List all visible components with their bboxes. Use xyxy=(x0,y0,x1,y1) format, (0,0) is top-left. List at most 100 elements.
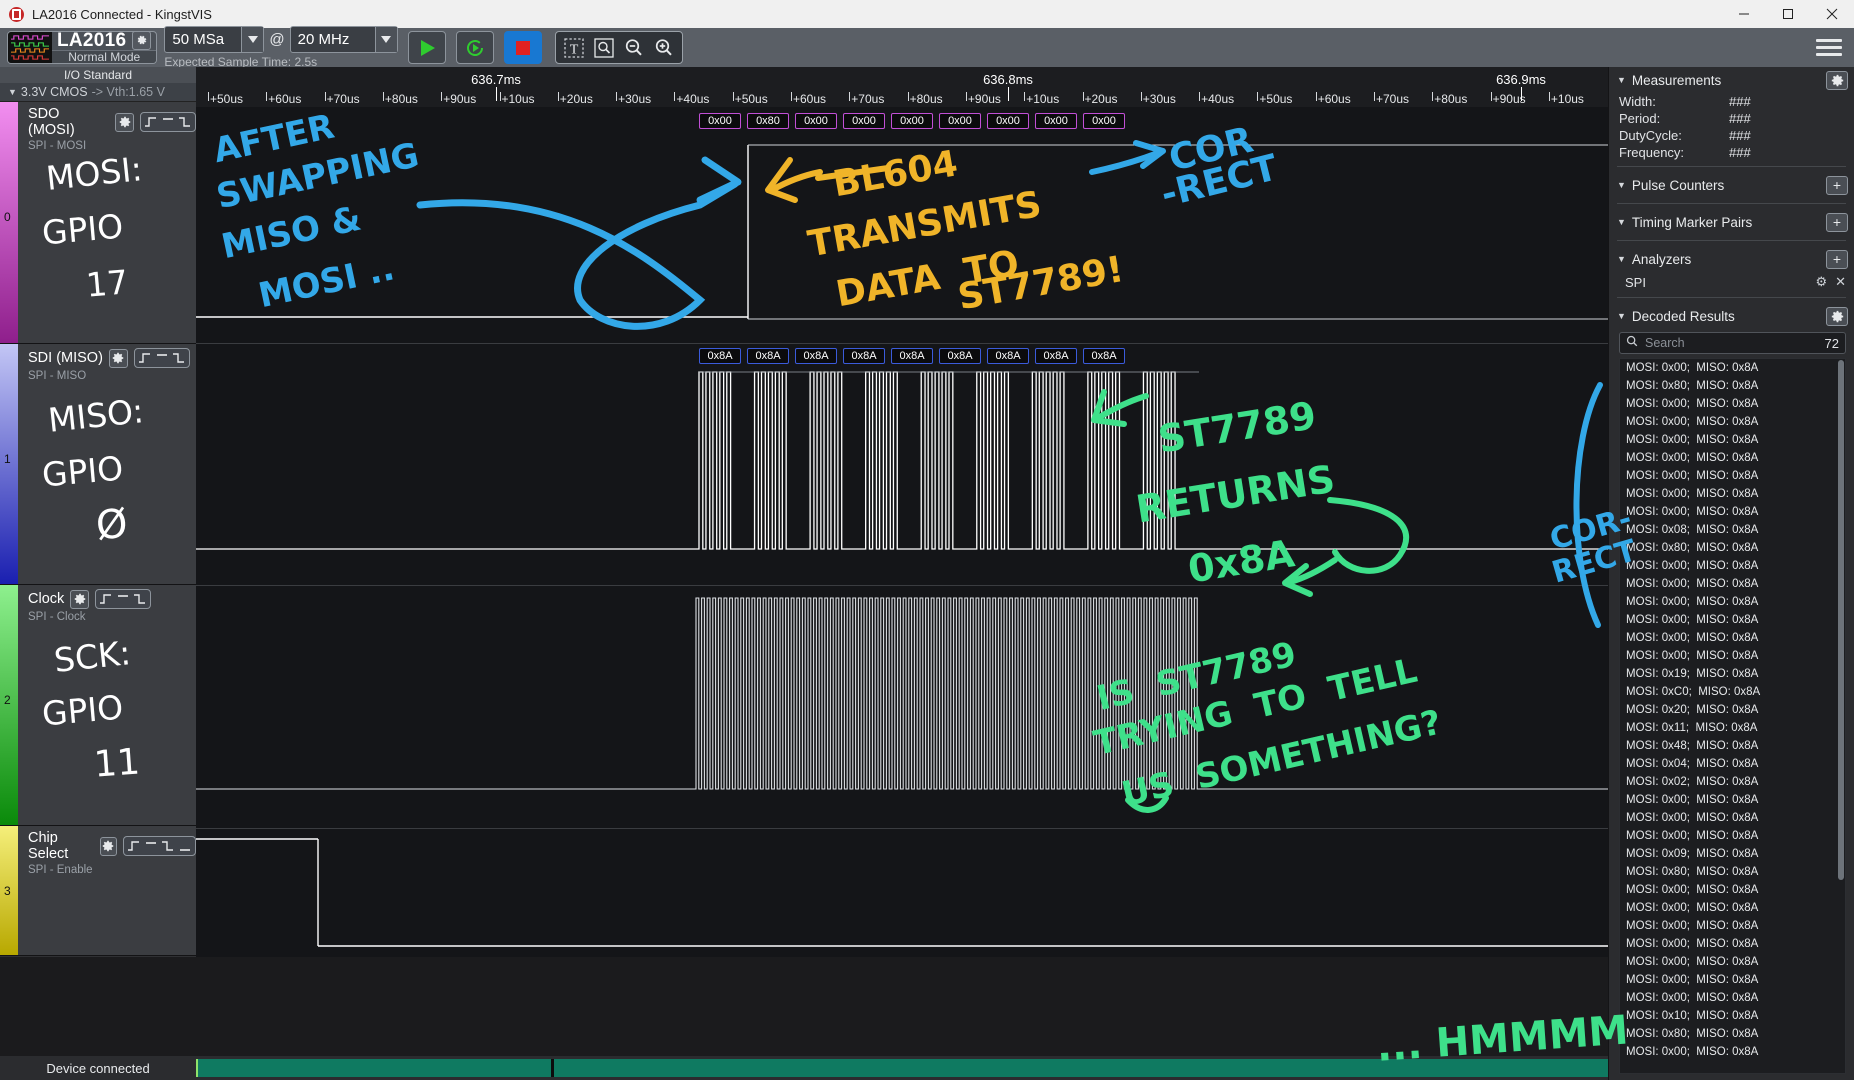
analyzer-item-spi[interactable]: SPI ⚙ ✕ xyxy=(1609,272,1854,292)
decoded-result-row[interactable]: MOSI: 0xC0; MISO: 0x8A xyxy=(1620,683,1845,701)
analyzers-header[interactable]: ▼ Analyzers + xyxy=(1609,246,1854,272)
chevron-down-icon[interactable]: ▼ xyxy=(1617,254,1626,264)
maximize-button[interactable] xyxy=(1766,0,1810,28)
decoded-results-list[interactable]: MOSI: 0x00; MISO: 0x8AMOSI: 0x80; MISO: … xyxy=(1619,358,1846,1074)
decoded-result-row[interactable]: MOSI: 0x00; MISO: 0x8A xyxy=(1620,557,1845,575)
decoded-result-row[interactable]: MOSI: 0x00; MISO: 0x8A xyxy=(1620,395,1845,413)
chevron-down-icon[interactable]: ▼ xyxy=(1617,217,1626,227)
chevron-down-icon[interactable] xyxy=(375,27,397,52)
decoded-results-search[interactable]: 72 xyxy=(1619,332,1846,354)
text-tool-icon[interactable]: T xyxy=(559,34,589,61)
zoom-out-icon[interactable] xyxy=(619,34,649,61)
capture-view-cursor[interactable] xyxy=(551,1059,554,1077)
channel-settings-gear-icon[interactable] xyxy=(109,349,128,368)
decoded-result-row[interactable]: MOSI: 0x00; MISO: 0x8A xyxy=(1620,575,1845,593)
edge-trigger-group-1[interactable] xyxy=(134,348,190,368)
sample-rate-select[interactable]: 20 MHz xyxy=(290,26,398,53)
decoded-results-header[interactable]: ▼ Decoded Results xyxy=(1609,303,1854,329)
decoded-result-row[interactable]: MOSI: 0x00; MISO: 0x8A xyxy=(1620,503,1845,521)
minimize-button[interactable] xyxy=(1722,0,1766,28)
chevron-down-icon[interactable]: ▼ xyxy=(1617,180,1626,190)
analyzer-close-icon[interactable]: ✕ xyxy=(1835,274,1846,290)
decoded-result-row[interactable]: MOSI: 0x80; MISO: 0x8A xyxy=(1620,539,1845,557)
ruler-tick xyxy=(1316,92,1317,101)
decoded-result-row[interactable]: MOSI: 0x00; MISO: 0x8A xyxy=(1620,989,1845,1007)
add-timing-marker-pair-button[interactable]: + xyxy=(1826,213,1848,232)
zoom-fit-icon[interactable] xyxy=(589,34,619,61)
chevron-down-icon[interactable] xyxy=(241,27,263,52)
channel-settings-gear-icon[interactable] xyxy=(70,590,89,609)
run-button[interactable] xyxy=(408,31,446,64)
chevron-down-icon[interactable]: ▼ xyxy=(1617,75,1626,85)
device-box[interactable]: LA2016 Normal Mode xyxy=(7,31,157,64)
decoded-result-row[interactable]: MOSI: 0x00; MISO: 0x8A xyxy=(1620,647,1845,665)
decoded-result-row[interactable]: MOSI: 0x00; MISO: 0x8A xyxy=(1620,449,1845,467)
sample-depth-select[interactable]: 50 MSa xyxy=(164,26,264,53)
decoded-result-row[interactable]: MOSI: 0x04; MISO: 0x8A xyxy=(1620,755,1845,773)
add-analyzer-button[interactable]: + xyxy=(1826,250,1848,269)
decoded-result-row[interactable]: MOSI: 0x00; MISO: 0x8A xyxy=(1620,809,1845,827)
high-level-icon xyxy=(161,115,175,129)
decoded-result-row[interactable]: MOSI: 0x00; MISO: 0x8A xyxy=(1620,899,1845,917)
decoded-result-row[interactable]: MOSI: 0x00; MISO: 0x8A xyxy=(1620,917,1845,935)
decoded-result-row[interactable]: MOSI: 0x00; MISO: 0x8A xyxy=(1620,485,1845,503)
channel-row-3: 3 Chip Select SPI - Enable xyxy=(0,826,196,956)
measurements-header[interactable]: ▼ Measurements xyxy=(1609,67,1854,93)
chevron-down-icon[interactable]: ▼ xyxy=(8,87,17,97)
channel-head-0: SDO (MOSI) xyxy=(18,102,196,138)
add-pulse-counter-button[interactable]: + xyxy=(1826,176,1848,195)
measurement-label: DutyCycle: xyxy=(1619,128,1729,143)
edge-trigger-group-3[interactable] xyxy=(123,836,196,856)
decoded-results-scrollbar[interactable] xyxy=(1838,360,1844,880)
channel-color-bar-0: 0 xyxy=(0,102,18,343)
chevron-down-icon[interactable]: ▼ xyxy=(1617,311,1626,321)
decoded-result-row[interactable]: MOSI: 0x00; MISO: 0x8A xyxy=(1620,629,1845,647)
decoded-result-row[interactable]: MOSI: 0x00; MISO: 0x8A xyxy=(1620,881,1845,899)
loop-run-button[interactable] xyxy=(456,31,494,64)
decoded-result-row[interactable]: MOSI: 0x19; MISO: 0x8A xyxy=(1620,665,1845,683)
edge-trigger-group-2[interactable] xyxy=(95,589,151,609)
decoded-result-row[interactable]: MOSI: 0x00; MISO: 0x8A xyxy=(1620,467,1845,485)
decoded-results-gear-icon[interactable] xyxy=(1826,307,1848,326)
decoded-result-row[interactable]: MOSI: 0x00; MISO: 0x8A xyxy=(1620,953,1845,971)
decoded-result-row[interactable]: MOSI: 0x09; MISO: 0x8A xyxy=(1620,845,1845,863)
decoded-result-row[interactable]: MOSI: 0x00; MISO: 0x8A xyxy=(1620,971,1845,989)
decoded-result-row[interactable]: MOSI: 0x00; MISO: 0x8A xyxy=(1620,791,1845,809)
decoded-result-row[interactable]: MOSI: 0x00; MISO: 0x8A xyxy=(1620,1043,1845,1061)
decoded-result-row[interactable]: MOSI: 0x80; MISO: 0x8A xyxy=(1620,1025,1845,1043)
edge-trigger-group-0[interactable] xyxy=(140,112,196,132)
decoded-result-row[interactable]: MOSI: 0x10; MISO: 0x8A xyxy=(1620,1007,1845,1025)
decoded-result-row[interactable]: MOSI: 0x00; MISO: 0x8A xyxy=(1620,935,1845,953)
channel-settings-gear-icon[interactable] xyxy=(115,113,134,132)
ruler-tick-label: +10us xyxy=(502,92,535,106)
decoded-result-row[interactable]: MOSI: 0x00; MISO: 0x8A xyxy=(1620,593,1845,611)
decoded-result-row[interactable]: MOSI: 0x48; MISO: 0x8A xyxy=(1620,737,1845,755)
decoded-result-row[interactable]: MOSI: 0x20; MISO: 0x8A xyxy=(1620,701,1845,719)
analyzer-gear-icon[interactable]: ⚙ xyxy=(1815,274,1827,290)
timeline-ruler[interactable]: +50us+60us+70us+80us+90us+10us+20us+30us… xyxy=(196,67,1608,107)
decoded-result-row[interactable]: MOSI: 0x80; MISO: 0x8A xyxy=(1620,863,1845,881)
zoom-in-icon[interactable] xyxy=(649,34,679,61)
decoded-result-row[interactable]: MOSI: 0x00; MISO: 0x8A xyxy=(1620,827,1845,845)
decoded-result-row[interactable]: MOSI: 0x80; MISO: 0x8A xyxy=(1620,377,1845,395)
close-button[interactable] xyxy=(1810,0,1854,28)
decoded-result-row[interactable]: MOSI: 0x00; MISO: 0x8A xyxy=(1620,359,1845,377)
device-settings-gear-icon[interactable] xyxy=(132,31,151,50)
pulse-counters-header[interactable]: ▼ Pulse Counters + xyxy=(1609,172,1854,198)
waveform-area[interactable]: 0x000x800x000x000x000x000x000x000x00 0x8… xyxy=(196,107,1608,957)
decoded-result-row[interactable]: MOSI: 0x00; MISO: 0x8A xyxy=(1620,431,1845,449)
measurements-gear-icon[interactable] xyxy=(1826,71,1848,90)
decoded-result-row[interactable]: MOSI: 0x11; MISO: 0x8A xyxy=(1620,719,1845,737)
search-input[interactable] xyxy=(1645,336,1818,350)
io-standard-value-row[interactable]: ▼ 3.3V CMOS -> Vth:1.65 V xyxy=(0,83,196,102)
capture-progress-track[interactable] xyxy=(196,1059,1608,1077)
ruler-tick xyxy=(1432,92,1433,101)
menu-button[interactable] xyxy=(1816,39,1842,56)
decoded-result-row[interactable]: MOSI: 0x00; MISO: 0x8A xyxy=(1620,611,1845,629)
stop-button[interactable] xyxy=(504,31,542,64)
channel-settings-gear-icon[interactable] xyxy=(100,837,117,856)
decoded-result-row[interactable]: MOSI: 0x02; MISO: 0x8A xyxy=(1620,773,1845,791)
decoded-result-row[interactable]: MOSI: 0x00; MISO: 0x8A xyxy=(1620,413,1845,431)
decoded-result-row[interactable]: MOSI: 0x08; MISO: 0x8A xyxy=(1620,521,1845,539)
timing-marker-pairs-header[interactable]: ▼ Timing Marker Pairs + xyxy=(1609,209,1854,235)
